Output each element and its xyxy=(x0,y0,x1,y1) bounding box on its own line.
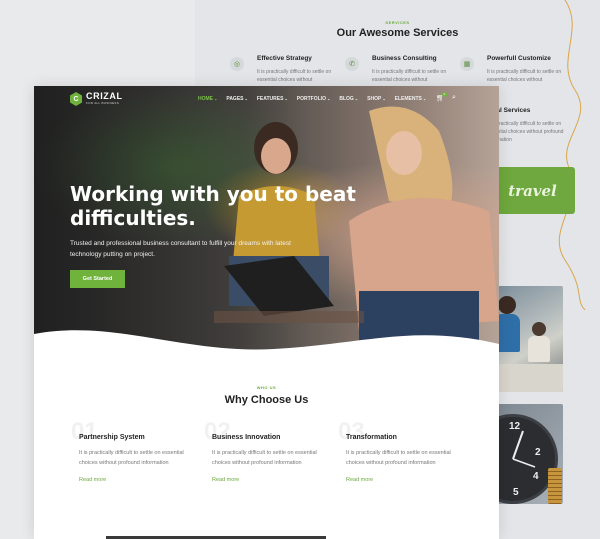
read-more-link[interactable]: Read more xyxy=(79,477,199,483)
read-more-link[interactable]: Read more xyxy=(212,477,332,483)
chevron-down-icon: ⌄ xyxy=(382,96,386,101)
logo[interactable]: C CRIZAL FOR ALL BUSINESS xyxy=(70,92,123,106)
chevron-down-icon: ⌄ xyxy=(354,96,359,101)
read-more-link[interactable]: Read more xyxy=(346,477,466,483)
feature-desc: It is practically difficult to settle on… xyxy=(212,450,317,466)
feature-partnership-system: 01 Partnership System It is practically … xyxy=(71,420,199,484)
service-desc: It is practically difficult to settle on… xyxy=(257,69,332,83)
logo-icon: C xyxy=(70,92,82,106)
nav-elements[interactable]: ELEMENTS⌄ xyxy=(395,96,427,102)
feature-title: Partnership System xyxy=(79,434,145,441)
main-nav: HOME⌄ PAGES⌄ FEATURES⌄ PORTFOLIO⌄ BLOG⌄ … xyxy=(198,96,435,102)
nav-pages[interactable]: PAGES⌄ xyxy=(226,96,248,102)
target-icon: ◎ xyxy=(230,57,244,71)
grid-icon: ▦ xyxy=(460,57,474,71)
get-started-button[interactable]: Get Started xyxy=(70,270,125,288)
logo-tagline: FOR ALL BUSINESS xyxy=(86,101,120,105)
hero-title: Working with you to beat difficulties. xyxy=(70,182,356,230)
home-page-preview: C CRIZAL FOR ALL BUSINESS HOME⌄ PAGES⌄ F… xyxy=(34,86,499,539)
feature-desc: It is practically difficult to settle on… xyxy=(79,450,184,466)
cart-count-badge: 0 xyxy=(442,92,447,97)
clipboard-illustration xyxy=(214,256,364,323)
decorative-curve xyxy=(558,0,586,310)
nav-portfolio[interactable]: PORTFOLIO⌄ xyxy=(297,96,331,102)
nav-shop[interactable]: SHOP⌄ xyxy=(367,96,386,102)
feature-business-innovation: 02 Business Innovation It is practically… xyxy=(204,420,332,484)
chevron-down-icon: ⌄ xyxy=(284,96,288,101)
travel-banner[interactable]: travel xyxy=(490,167,575,214)
feature-transformation: 03 Transformation It is practically diff… xyxy=(338,420,466,484)
nav-blog[interactable]: BLOG⌄ xyxy=(339,96,358,102)
why-title: Why Choose Us xyxy=(224,394,309,406)
chevron-down-icon: ⌄ xyxy=(214,96,218,101)
chevron-down-icon: ⌄ xyxy=(244,96,248,101)
nav-home[interactable]: HOME⌄ xyxy=(198,96,217,102)
coins xyxy=(548,468,562,504)
logo-name: CRIZAL xyxy=(86,91,123,101)
feature-desc: It is practically difficult to settle on… xyxy=(346,450,451,466)
service-title: Effective Strategy xyxy=(257,55,312,62)
service-title: Business Consulting xyxy=(372,55,437,62)
meeting-photo xyxy=(490,286,563,392)
navbar: C CRIZAL FOR ALL BUSINESS HOME⌄ PAGES⌄ F… xyxy=(34,86,499,114)
service-desc: It is practically difficult to settle on… xyxy=(372,69,447,83)
feature-title: Business Innovation xyxy=(212,434,281,441)
why-kicker: WHO US xyxy=(256,385,277,390)
chat-icon: ✆ xyxy=(345,57,359,71)
nav-features[interactable]: FEATURES⌄ xyxy=(257,96,288,102)
clock-photo: 12 2 4 5 xyxy=(490,404,563,504)
chevron-down-icon: ⌄ xyxy=(422,96,427,101)
hero-subtitle: Trusted and professional business consul… xyxy=(70,240,291,258)
feature-title: Transformation xyxy=(346,434,397,441)
search-icon[interactable]: ⌕ xyxy=(452,94,456,102)
chevron-down-icon: ⌄ xyxy=(326,96,331,101)
hero-wave xyxy=(34,330,499,364)
